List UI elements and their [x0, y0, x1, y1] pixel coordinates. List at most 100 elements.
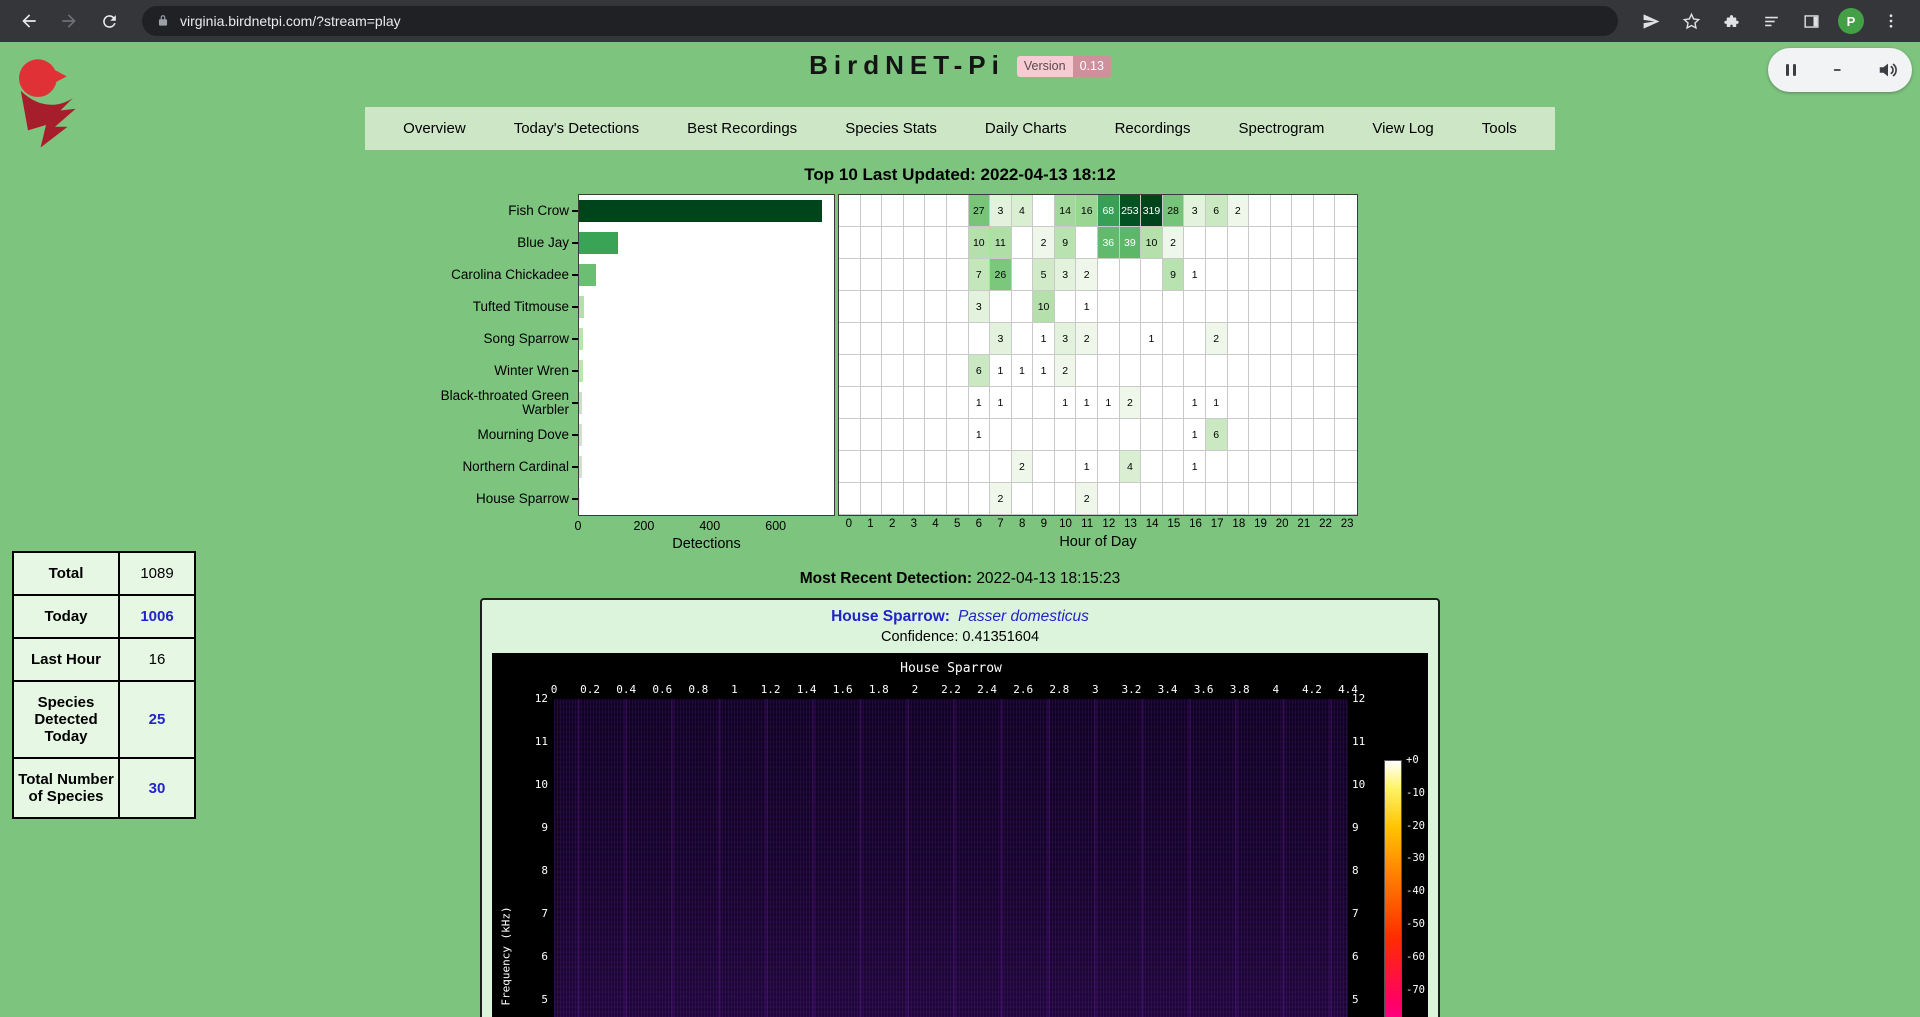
heat-cell	[1249, 259, 1271, 291]
heat-cell	[1249, 483, 1271, 515]
heat-cell	[882, 259, 904, 291]
back-button[interactable]	[12, 4, 46, 38]
spectro-xtick: 4.2	[1302, 683, 1322, 696]
nav-item-spectrogram[interactable]: Spectrogram	[1214, 107, 1348, 150]
heat-cell	[1141, 355, 1163, 387]
reading-list-button[interactable]	[1754, 4, 1788, 38]
spectro-db-tick: -40	[1406, 885, 1425, 897]
heat-cell	[904, 259, 926, 291]
species-label-blue-jay: Blue Jay	[428, 227, 578, 259]
browser-menu-button[interactable]	[1874, 4, 1908, 38]
heat-cell	[839, 195, 861, 227]
bar-row	[579, 419, 834, 451]
nav-item-best-recordings[interactable]: Best Recordings	[663, 107, 821, 150]
bar-row	[579, 227, 834, 259]
detection-bar	[579, 360, 583, 382]
heat-cell	[1206, 483, 1228, 515]
bookmark-button[interactable]	[1674, 4, 1708, 38]
stats-table: Total1089Today1006Last Hour16Species Det…	[12, 551, 196, 819]
stat-label: Last Hour	[13, 638, 119, 681]
send-to-device-button[interactable]	[1634, 4, 1668, 38]
heat-cell	[1335, 323, 1357, 355]
heat-cell	[1120, 483, 1142, 515]
spectro-xtick: 3.4	[1158, 683, 1178, 696]
heat-cell	[882, 195, 904, 227]
heat-cell	[904, 451, 926, 483]
bar-row	[579, 259, 834, 291]
heat-cell: 2	[990, 483, 1012, 515]
heat-cell: 2	[1055, 355, 1077, 387]
stats-row-today: Today1006	[13, 595, 195, 638]
profile-button[interactable]: P	[1834, 4, 1868, 38]
heat-cell	[1314, 259, 1336, 291]
heat-cell	[1120, 323, 1142, 355]
reload-button[interactable]	[92, 4, 126, 38]
address-bar[interactable]: virginia.birdnetpi.com/?stream=play	[142, 6, 1618, 36]
heat-cell	[861, 259, 883, 291]
heat-cell	[1249, 227, 1271, 259]
frequency-axis-label: Frequency (kHz)	[500, 906, 513, 1005]
heat-xtick: 14	[1146, 518, 1159, 530]
extensions-puzzle-icon	[1722, 12, 1741, 31]
heat-cell	[1184, 483, 1206, 515]
stat-value-species-detected-today[interactable]: 25	[119, 681, 195, 758]
pause-button[interactable]	[1781, 60, 1801, 80]
volume-button[interactable]	[1877, 59, 1899, 81]
extensions-button[interactable]	[1714, 4, 1748, 38]
nav-item-species-stats[interactable]: Species Stats	[821, 107, 961, 150]
heat-cell	[861, 227, 883, 259]
spectro-ytick-left: 11	[522, 735, 548, 748]
stat-value-today[interactable]: 1006	[119, 595, 195, 638]
heat-cell: 10	[1141, 227, 1163, 259]
heat-cell	[1098, 259, 1120, 291]
bar-row	[579, 387, 834, 419]
forward-arrow-icon	[59, 11, 79, 31]
spectro-xticks: 00.20.40.60.811.21.41.61.822.22.42.62.83…	[554, 683, 1348, 697]
forward-button[interactable]	[52, 4, 86, 38]
heat-cell: 2	[1076, 323, 1098, 355]
spectro-ytick-left: 8	[522, 864, 548, 877]
detection-scientific-name: Passer domesticus	[958, 608, 1089, 625]
nav-item-tools[interactable]: Tools	[1458, 107, 1541, 150]
bookmark-star-icon	[1682, 12, 1701, 31]
detection-bar	[579, 296, 584, 318]
heat-cell: 2	[1076, 483, 1098, 515]
heat-cell	[925, 291, 947, 323]
heat-cell	[1163, 291, 1185, 323]
heat-cell	[1033, 451, 1055, 483]
heat-cell	[1228, 227, 1250, 259]
heat-cell: 16	[1076, 195, 1098, 227]
spectro-xtick: 3.6	[1194, 683, 1214, 696]
heat-cell	[1098, 483, 1120, 515]
heat-cell	[1271, 451, 1293, 483]
nav-item-overview[interactable]: Overview	[379, 107, 490, 150]
nav-item-today-s-detections[interactable]: Today's Detections	[490, 107, 663, 150]
heat-cell	[1055, 451, 1077, 483]
seek-slider[interactable]	[1832, 63, 1846, 77]
heat-cell	[882, 227, 904, 259]
heat-cell: 6	[969, 355, 991, 387]
spectro-db-tick: -20	[1406, 820, 1425, 832]
heat-cell	[882, 451, 904, 483]
heat-cell	[947, 451, 969, 483]
heat-cell	[1292, 355, 1314, 387]
profile-avatar[interactable]: P	[1838, 8, 1864, 34]
spectrogram-plot	[554, 699, 1348, 1017]
heat-cell	[861, 195, 883, 227]
nav-item-daily-charts[interactable]: Daily Charts	[961, 107, 1091, 150]
heat-cell: 1	[1055, 387, 1077, 419]
heat-cell	[1033, 195, 1055, 227]
side-panel-button[interactable]	[1794, 4, 1828, 38]
bar-xtick: 600	[765, 519, 786, 533]
spectro-ytick-right: 5	[1352, 993, 1378, 1006]
most-recent-detection: Most Recent Detection: 2022-04-13 18:15:…	[0, 570, 1920, 588]
heat-cell: 9	[1055, 227, 1077, 259]
bar-xticks: 0200400600	[578, 516, 835, 534]
bar-row	[579, 483, 834, 515]
stat-value-total-number-of-species[interactable]: 30	[119, 758, 195, 818]
nav-item-view-log[interactable]: View Log	[1348, 107, 1457, 150]
nav-item-recordings[interactable]: Recordings	[1091, 107, 1215, 150]
heat-cell	[925, 227, 947, 259]
heat-cell	[1228, 483, 1250, 515]
heat-cell	[1012, 323, 1034, 355]
